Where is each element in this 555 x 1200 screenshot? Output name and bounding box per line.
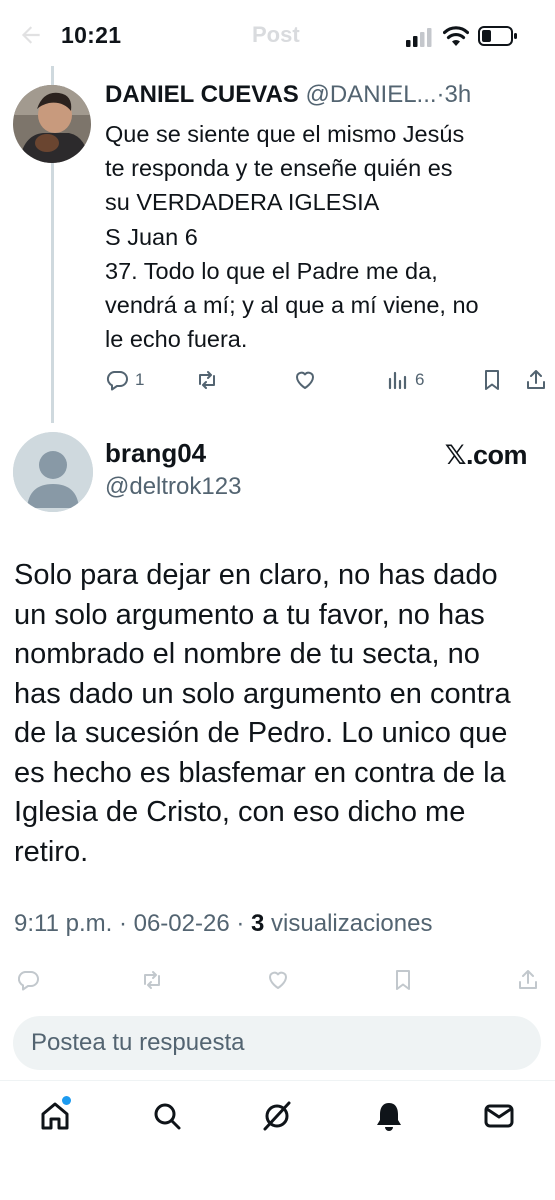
post-text-line: es hecho es blasfemar en contra de la xyxy=(14,756,506,789)
bookmark-icon xyxy=(485,370,499,390)
reply-icon xyxy=(106,371,128,391)
bookmark-icon xyxy=(396,970,410,990)
reply-button[interactable] xyxy=(16,968,40,992)
reply-input[interactable] xyxy=(13,1016,541,1070)
post-text-line: nombrado el nombre de tu secta, no xyxy=(14,638,480,670)
tweet-text-line: vendrá a mí; y al que a mí viene, no xyxy=(105,292,479,319)
notifications-icon xyxy=(377,1103,401,1131)
search-icon xyxy=(154,1103,181,1130)
quoted-author-name[interactable]: brang04 xyxy=(105,438,206,469)
reply-button[interactable]: 1 xyxy=(105,368,144,392)
nav-search[interactable] xyxy=(150,1099,184,1133)
quoted-author-handle[interactable]: @deltrok123 xyxy=(105,473,241,501)
thread-line-top xyxy=(51,66,54,86)
like-icon xyxy=(296,371,314,389)
post-actions xyxy=(0,968,555,998)
tweet-text-line: 37. Todo lo que el Padre me da, xyxy=(105,257,438,284)
bookmark-button[interactable] xyxy=(391,968,415,992)
default-profile-icon xyxy=(13,432,93,512)
like-button[interactable] xyxy=(266,968,290,992)
tweet-text-line: le echo fuera. xyxy=(105,326,248,353)
author-name[interactable]: DANIEL CUEVAS xyxy=(105,81,299,108)
reply-icon xyxy=(17,971,39,991)
repost-icon xyxy=(144,971,160,989)
tweet-text-line: su VERDADERA IGLESIA xyxy=(105,189,380,216)
views-label: visualizaciones xyxy=(271,910,433,937)
avatar[interactable] xyxy=(13,85,91,163)
like-button[interactable] xyxy=(293,368,317,392)
share-icon xyxy=(519,970,537,989)
parent-tweet-actions: 1 6 xyxy=(0,368,555,398)
bookmark-button[interactable] xyxy=(480,368,504,392)
post-text-line: has dado un solo argumento en contra xyxy=(14,677,511,710)
post-text-line: Solo para dejar en claro, no has dado xyxy=(14,559,498,591)
home-notification-dot xyxy=(62,1096,71,1105)
profile-photo-icon xyxy=(13,85,91,163)
post-metadata: 9:11 p.m. · 06-02-26 · 3 visualizaciones xyxy=(14,910,433,937)
quoted-post-text: Solo para dejar en claro, no has dado un… xyxy=(14,556,544,872)
grok-icon xyxy=(263,1101,291,1131)
reply-count: 1 xyxy=(135,370,145,389)
page-title: Post xyxy=(252,22,300,47)
author-handle[interactable]: @DANIEL... xyxy=(305,81,436,108)
x-brand-logo: 𝕏.com xyxy=(444,440,528,470)
views-icon xyxy=(388,371,407,390)
reply-composer[interactable] xyxy=(13,1016,541,1070)
default-avatar[interactable] xyxy=(13,432,93,512)
repost-button[interactable] xyxy=(140,968,164,992)
parent-tweet-header: DANIEL CUEVAS @DANIEL...·3h xyxy=(105,81,471,109)
post-text-line: de la sucesión de Pedro. Lo unico que xyxy=(14,717,508,749)
like-icon xyxy=(269,971,287,989)
share-icon xyxy=(527,370,545,389)
view-count: 6 xyxy=(415,370,425,389)
status-bar: 10:21 Post xyxy=(0,0,555,72)
separator-dot: · xyxy=(436,81,445,108)
tweet-text-line: te responda y te enseñe quién es xyxy=(105,155,453,182)
post-text-line: Iglesia de Cristo, con eso dicho me xyxy=(14,796,466,828)
share-button[interactable] xyxy=(524,368,548,392)
tweet-age: 3h xyxy=(444,81,472,108)
cellular-signal-icon xyxy=(406,28,432,47)
battery-icon xyxy=(478,26,517,46)
views-button[interactable]: 6 xyxy=(385,368,424,392)
repost-icon xyxy=(199,371,215,389)
back-arrow-icon[interactable] xyxy=(18,22,44,48)
post-text-line: retiro. xyxy=(14,835,89,868)
tweet-text-line: Que se siente que el mismo Jesús xyxy=(105,121,465,147)
wifi-icon xyxy=(443,26,469,46)
nav-notifications[interactable] xyxy=(372,1099,406,1133)
repost-button[interactable] xyxy=(195,368,219,392)
parent-tweet-text: Que se siente que el mismo Jesús te resp… xyxy=(105,117,545,356)
post-time: 9:11 p.m. xyxy=(14,910,113,937)
tweet-text-line: S Juan 6 xyxy=(105,223,198,250)
share-button[interactable] xyxy=(516,968,540,992)
nav-grok[interactable] xyxy=(260,1099,294,1133)
messages-icon xyxy=(484,1104,514,1128)
bottom-navigation xyxy=(0,1080,555,1200)
status-time: 10:21 xyxy=(61,22,122,48)
post-date: 06-02-26 xyxy=(133,910,230,937)
nav-messages[interactable] xyxy=(482,1099,516,1133)
post-text-line: un solo argumento a tu favor, no has xyxy=(14,598,485,631)
views-number: 3 xyxy=(251,910,265,937)
